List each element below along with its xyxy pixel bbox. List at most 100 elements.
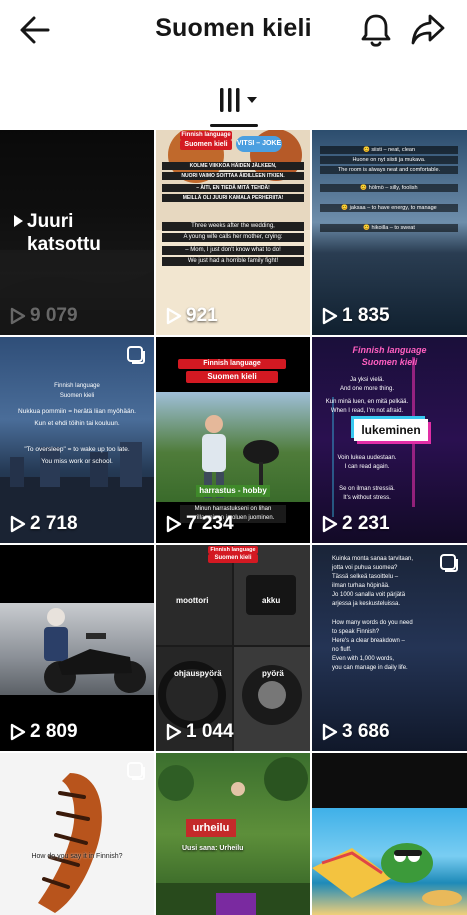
- multi-image-icon: [127, 762, 145, 780]
- top-bar: Suomen kieli: [0, 0, 467, 62]
- play-outline-icon: [322, 307, 338, 325]
- joke-line: KOLME VIIKKOA HÄIDEN JÄLKEEN,: [162, 162, 304, 170]
- video-tile[interactable]: Kuinka monta sanaa tarvitaan, jotta voi …: [312, 545, 467, 751]
- reading-label: lukeminen: [354, 419, 428, 441]
- filter-bar: [0, 70, 467, 130]
- neon-line: And one more thing.: [339, 386, 395, 392]
- view-count-value: 1 835: [342, 305, 390, 326]
- vocab-line: 😊 hikoilla – to sweat: [320, 224, 458, 232]
- video-tile[interactable]: Finnish language Suomen kieli Nukkua pom…: [0, 337, 154, 543]
- joke-line: We just had a horrible family fight!: [162, 257, 304, 266]
- tag-top: Finnish language: [178, 359, 286, 369]
- play-outline-icon: [10, 515, 26, 533]
- just-watched-line-2: katsottu: [27, 234, 101, 255]
- slide-line: You miss work or school.: [41, 458, 113, 465]
- view-count: 1 835: [322, 305, 390, 327]
- view-count-value: 7 234: [186, 513, 234, 534]
- view-count-value: 1 044: [186, 721, 234, 742]
- bars-filter-icon: [220, 88, 240, 112]
- vocab-text-block: 😊 siisti – neat, clean Huone on nyt siis…: [320, 146, 458, 232]
- view-count: 1 044: [166, 721, 234, 743]
- words-line: you can manage in daily life.: [332, 665, 408, 671]
- neon-line: I can read again.: [344, 464, 390, 470]
- video-tile[interactable]: Finnish language Suomen kieli harrastus …: [156, 337, 310, 543]
- tag-main: Suomen kieli: [186, 371, 278, 383]
- filter-button[interactable]: [212, 84, 260, 116]
- view-count-value: 3 686: [342, 721, 390, 742]
- vocab-line: 😊 siisti – neat, clean: [320, 146, 458, 154]
- video-tile[interactable]: 😊 siisti – neat, clean Huone on nyt siis…: [312, 130, 467, 335]
- words-line: ilman turhaa höpinää.: [332, 583, 390, 589]
- words-line: Here's a clear breakdown –: [332, 638, 405, 644]
- arrow-left-icon[interactable]: [18, 14, 52, 46]
- view-count: 2 718: [10, 513, 78, 535]
- joke-line: Three weeks after the wedding,: [162, 222, 304, 231]
- slide-line: Suomen kieli: [59, 393, 95, 399]
- sport-sub: Uusi sana: Urheilu: [182, 845, 244, 852]
- view-count-value: 9 079: [30, 305, 78, 326]
- page-title: Suomen kieli: [155, 14, 312, 42]
- video-tile[interactable]: [312, 753, 467, 915]
- part-label: ohjauspyörä: [174, 669, 222, 678]
- words-line: Kuinka monta sanaa tarvitaan,: [332, 556, 414, 562]
- joke-bubble: VITSI – JOKE: [236, 136, 282, 152]
- view-count: 921: [166, 305, 218, 327]
- view-count: 7 234: [166, 513, 234, 535]
- play-outline-icon: [322, 723, 338, 741]
- neon-line: It's without stress.: [343, 495, 391, 501]
- part-label: pyörä: [262, 669, 284, 678]
- slide-line: "To oversleep" = to wake up too late.: [24, 446, 130, 453]
- vocab-line: 😊 hölmö – silly, foolish: [320, 184, 458, 192]
- hobby-label: harrastus - hobby: [196, 485, 270, 497]
- slide-line: Kun et ehdi töihin tai kouluun.: [34, 420, 120, 427]
- play-outline-icon: [322, 515, 338, 533]
- vocab-line: 😊 jaksaa – to have energy, to manage: [320, 204, 458, 212]
- words-line: jotta voi puhua suomea?: [332, 565, 398, 571]
- joke-line: – ÄITI, EN TIEDÄ MITÄ TEHDÄ!: [162, 184, 304, 192]
- neon-line: When I read, I'm not afraid.: [330, 408, 404, 414]
- joke-line: – Mom, I just don't know what to do!: [162, 246, 304, 255]
- video-tile[interactable]: Juuri katsottu 9 079: [0, 130, 154, 335]
- video-tile[interactable]: How do you say it in Finnish?: [0, 753, 154, 915]
- words-line: arjessa ja keskusteluissa.: [332, 601, 401, 607]
- words-line: Tässä selkeä tasoittelu –: [332, 574, 399, 580]
- sport-label: urheilu: [186, 819, 236, 837]
- words-text-block: Kuinka monta sanaa tarvitaan, jotta voi …: [332, 555, 444, 673]
- part-label: akku: [262, 596, 281, 605]
- words-line: no fluff.: [332, 647, 352, 653]
- view-count-value: 921: [186, 305, 218, 326]
- active-tab-indicator: [210, 124, 258, 127]
- vocab-line: The room is always neat and comfortable.: [320, 166, 458, 174]
- words-line: Even with 1,000 words,: [332, 656, 395, 662]
- play-outline-icon: [10, 307, 26, 325]
- garage-photo: [0, 603, 154, 695]
- video-tile[interactable]: Finnish language Suomen kieli moottori a…: [156, 545, 310, 751]
- tag-main: Suomen kieli: [208, 554, 258, 563]
- beach-photo: [312, 808, 467, 915]
- video-grid: Juuri katsottu 9 079 Finnish language Su…: [0, 130, 467, 915]
- joke-text-block: KOLME VIIKKOA HÄIDEN JÄLKEEN, NUORI VAIM…: [162, 162, 304, 266]
- share-arrow-icon[interactable]: [410, 12, 446, 46]
- slide-line: Nukkua pommiin = herätä liian myöhään.: [18, 408, 136, 415]
- play-outline-icon: [166, 515, 182, 533]
- vocab-line: Huone on nyt siisti ja mukava.: [320, 156, 458, 164]
- play-outline-icon: [10, 723, 26, 741]
- tag-top: Finnish language: [180, 131, 232, 140]
- just-watched-label: Juuri: [27, 210, 73, 233]
- video-tile[interactable]: 2 809: [0, 545, 154, 751]
- bell-icon[interactable]: [359, 12, 393, 48]
- view-count-value: 2 809: [30, 721, 78, 742]
- play-outline-icon: [166, 307, 182, 325]
- part-label: moottori: [176, 596, 209, 605]
- video-tile[interactable]: Finnish language Suomen kieli Ja yksi vi…: [312, 337, 467, 543]
- video-tile[interactable]: Finnish language Suomen kieli VITSI – JO…: [156, 130, 310, 335]
- sausage-caption: How do you say it in Finnish?: [31, 853, 123, 860]
- view-count-value: 2 718: [30, 513, 78, 534]
- play-triangle-icon: [14, 215, 23, 227]
- joke-line: A young wife calls her mother, crying:: [162, 233, 304, 242]
- video-tile[interactable]: urheilu Uusi sana: Urheilu: [156, 753, 310, 915]
- words-line: How many words do you need: [332, 620, 413, 626]
- words-line: to speak Finnish?: [332, 629, 380, 635]
- neon-title: Finnish language: [352, 345, 427, 355]
- just-watched-line-1: Juuri: [27, 211, 74, 232]
